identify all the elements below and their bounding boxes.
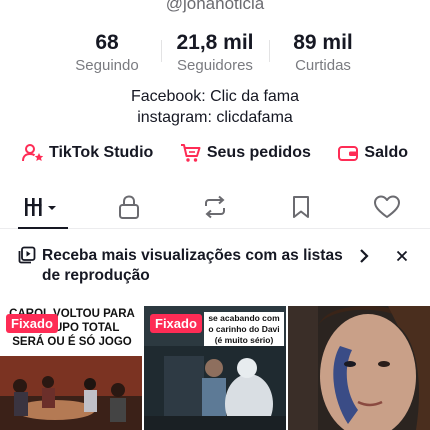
heart-icon xyxy=(374,195,400,218)
video-thumbnail[interactable]: se acabando com o carinho do Davi (é mui… xyxy=(144,306,286,430)
video-grid: CAROL VOLTOU PARA O GRUPO TOTAL SERÁ OU … xyxy=(0,306,430,430)
bookmark-icon xyxy=(293,195,309,218)
profile-links: TikTok Studio Seus pedidos Saldo xyxy=(0,143,430,163)
playlist-banner[interactable]: Receba mais visualizações com as listas … xyxy=(0,240,430,294)
bio-line-facebook: Facebook: Clic da fama xyxy=(130,88,300,105)
orders-link[interactable]: Seus pedidos xyxy=(180,143,311,163)
video-caption: se acabando com o carinho do Davi (é mui… xyxy=(208,313,280,345)
stat-followers-value: 21,8 mil xyxy=(176,31,254,54)
stat-likes[interactable]: 89 mil Curtidas xyxy=(269,30,371,75)
stat-followers-label: Seguidores xyxy=(177,57,253,74)
stat-following[interactable]: 68 Seguindo xyxy=(59,30,155,75)
profile-handle: @jonanoticia xyxy=(165,0,265,13)
wallet-icon xyxy=(338,146,359,161)
repost-icon xyxy=(205,195,225,218)
pinned-badge: Fixado xyxy=(6,314,58,333)
stat-following-value: 68 xyxy=(95,31,119,54)
video-thumbnail[interactable] xyxy=(288,306,430,430)
profile-bio: Facebook: Clic da fama instagram: clicda… xyxy=(0,86,430,128)
stat-followers[interactable]: 21,8 mil Seguidores xyxy=(161,30,263,75)
orders-label: Seus pedidos xyxy=(206,144,311,161)
stat-following-label: Seguindo xyxy=(75,57,139,74)
playlist-icon xyxy=(18,246,36,264)
grid-icon xyxy=(25,197,56,216)
tab-favorites[interactable] xyxy=(258,185,344,228)
balance-label: Saldo xyxy=(364,144,408,161)
stat-likes-value: 89 mil xyxy=(293,31,353,54)
close-icon[interactable] xyxy=(396,250,408,262)
video-thumbnail[interactable]: CAROL VOLTOU PARA O GRUPO TOTAL SERÁ OU … xyxy=(0,306,142,430)
balance-link[interactable]: Saldo xyxy=(337,143,408,163)
tab-reposts[interactable] xyxy=(172,185,258,228)
tab-private[interactable] xyxy=(86,185,172,228)
stat-likes-label: Curtidas xyxy=(295,57,351,74)
chevron-right-icon[interactable] xyxy=(358,248,370,264)
cart-icon xyxy=(180,144,201,162)
tiktok-studio-label: TikTok Studio xyxy=(49,144,154,161)
pinned-badge: Fixado xyxy=(150,314,202,333)
bio-line-instagram: instagram: clicdafama xyxy=(137,109,293,126)
tab-liked[interactable] xyxy=(344,185,430,228)
lock-icon xyxy=(119,194,139,219)
tiktok-studio-link[interactable]: TikTok Studio xyxy=(22,143,153,163)
tab-videos[interactable] xyxy=(0,185,86,229)
profile-tabs xyxy=(0,185,430,229)
profile-stats: 68 Seguindo 21,8 mil Seguidores 89 mil C… xyxy=(0,30,430,75)
video-thumbnail-image xyxy=(288,306,430,430)
banner-text: Receba mais visualizações com as listas … xyxy=(42,247,343,284)
person-star-icon xyxy=(22,144,44,162)
